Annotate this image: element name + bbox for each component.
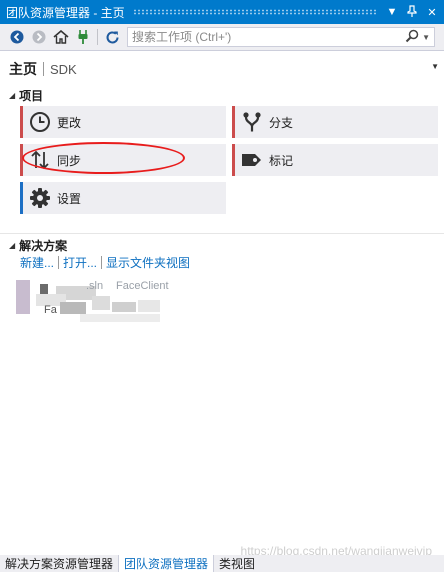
clock-icon xyxy=(23,111,57,133)
solutions-section-header[interactable]: ◢ 解决方案 xyxy=(9,237,67,254)
project-section-header[interactable]: ◢ 项目 xyxy=(9,87,43,104)
window-title: 团队资源管理器 - 主页 xyxy=(6,5,125,20)
section-divider xyxy=(0,233,444,234)
collapse-triangle-icon[interactable]: ◢ xyxy=(9,91,15,100)
refresh-icon[interactable] xyxy=(101,27,123,47)
solution-list-item[interactable]: .sln FaceClient Fa xyxy=(16,280,176,326)
tag-icon xyxy=(235,152,269,168)
pixelated-block xyxy=(92,296,110,310)
pin-icon[interactable] xyxy=(404,4,420,20)
toolbar: ▼ xyxy=(0,24,444,51)
back-icon[interactable] xyxy=(6,27,28,47)
highlight-annotation xyxy=(22,142,185,174)
solution-links: 新建... 打开... 显示文件夹视图 xyxy=(20,254,190,271)
tile-label: 分支 xyxy=(269,115,294,130)
bottom-tab-strip: 解决方案资源管理器 团队资源管理器 类视图 xyxy=(0,555,444,572)
solution-file-icon xyxy=(16,280,30,314)
solution-project-name: FaceClient xyxy=(116,280,169,292)
tab-team-explorer[interactable]: 团队资源管理器 xyxy=(119,555,214,572)
home-icon[interactable] xyxy=(50,27,72,47)
new-solution-link[interactable]: 新建... xyxy=(20,254,54,271)
tile-changes[interactable]: 更改 xyxy=(20,106,226,138)
pixelated-block xyxy=(40,284,48,294)
window-menu-icon[interactable]: ▼ xyxy=(384,6,400,18)
solutions-section-title: 解决方案 xyxy=(19,239,68,253)
branch-icon xyxy=(235,111,269,133)
close-icon[interactable]: ✕ xyxy=(424,6,440,19)
title-separator xyxy=(43,62,44,76)
project-name[interactable]: SDK xyxy=(50,62,77,77)
tab-solution-explorer[interactable]: 解决方案资源管理器 xyxy=(0,555,118,572)
open-solution-link[interactable]: 打开... xyxy=(63,254,97,271)
pixelated-block xyxy=(138,300,160,312)
tile-label: 标记 xyxy=(269,153,294,168)
toolbar-separator xyxy=(97,29,98,45)
tile-label: 更改 xyxy=(57,115,82,130)
pixelated-block xyxy=(112,302,136,312)
search-dropdown-icon[interactable]: ▼ xyxy=(422,33,430,42)
pixelated-block xyxy=(80,314,160,322)
page-title[interactable]: 主页 xyxy=(9,59,37,79)
connect-plug-icon[interactable] xyxy=(72,27,94,47)
project-section-title: 项目 xyxy=(19,89,44,103)
title-grip[interactable] xyxy=(132,9,376,15)
search-input[interactable] xyxy=(132,30,406,44)
collapse-triangle-icon[interactable]: ◢ xyxy=(9,241,15,250)
tile-label: 设置 xyxy=(57,191,82,206)
forward-icon[interactable] xyxy=(28,27,50,47)
title-bar: 团队资源管理器 - 主页 ▼ ✕ xyxy=(0,0,444,24)
link-separator xyxy=(58,256,60,269)
tile-tags[interactable]: 标记 xyxy=(232,144,438,176)
tile-settings[interactable]: 设置 xyxy=(20,182,226,214)
link-separator xyxy=(101,256,103,269)
gear-icon xyxy=(23,187,57,209)
pixelated-block xyxy=(60,302,86,314)
solution-file-extension: .sln xyxy=(86,280,104,292)
page-header: 主页 SDK ▼ xyxy=(0,56,444,82)
show-folder-view-link[interactable]: 显示文件夹视图 xyxy=(106,254,190,271)
search-box[interactable]: ▼ xyxy=(127,27,435,47)
page-menu-icon[interactable]: ▼ xyxy=(431,62,439,71)
search-icon[interactable] xyxy=(405,29,419,46)
solution-item-fragment: Fa xyxy=(44,304,57,316)
tile-branches[interactable]: 分支 xyxy=(232,106,438,138)
tab-class-view[interactable]: 类视图 xyxy=(214,555,260,572)
